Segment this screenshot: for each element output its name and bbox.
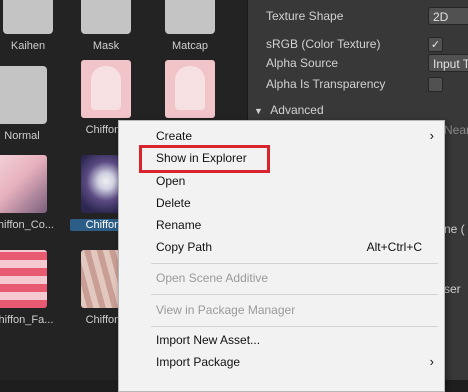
folder-icon bbox=[3, 0, 53, 34]
asset-texture-chiffon-fa[interactable]: Chiffon_Fa... bbox=[0, 250, 58, 326]
asset-folder-matcap[interactable]: Matcap bbox=[154, 0, 226, 52]
texture-thumbnail bbox=[0, 250, 47, 308]
foldout-arrow-icon: ▼ bbox=[254, 106, 263, 116]
highlight-box bbox=[139, 145, 270, 173]
menu-item-rename[interactable]: Rename bbox=[119, 214, 444, 236]
texture-thumbnail bbox=[165, 60, 215, 118]
menu-item-open-scene-additive: Open Scene Additive bbox=[156, 271, 269, 285]
menu-item-open[interactable]: Open bbox=[119, 170, 444, 192]
asset-label: Mask bbox=[92, 40, 120, 52]
partial-text-2: ne ( bbox=[444, 222, 465, 236]
partial-text-1: Near bbox=[444, 123, 468, 137]
folder-icon bbox=[165, 0, 215, 34]
texture-thumbnail bbox=[81, 60, 131, 118]
asset-label: Chiffon_Fa... bbox=[0, 314, 54, 326]
menu-item-import-package[interactable]: Import Package › bbox=[119, 351, 444, 373]
menu-separator bbox=[151, 263, 438, 264]
asset-texture-chiffon-co[interactable]: Chiffon_Co... bbox=[0, 155, 58, 231]
asset-label: Chiffon_Co... bbox=[0, 219, 54, 231]
alpha-transparency-checkbox[interactable] bbox=[428, 77, 443, 92]
advanced-foldout[interactable]: ▼ Advanced bbox=[254, 100, 454, 120]
asset-label: Kaihen bbox=[10, 40, 46, 52]
menu-item-create[interactable]: Create › bbox=[119, 125, 444, 147]
texture-shape-label: Texture Shape bbox=[266, 9, 344, 23]
partial-text-3: ser bbox=[444, 282, 461, 296]
alpha-transparency-label: Alpha Is Transparency bbox=[266, 77, 386, 91]
asset-folder-normal[interactable]: Normal bbox=[0, 60, 58, 142]
alpha-source-label: Alpha Source bbox=[266, 56, 339, 70]
folder-icon bbox=[81, 0, 131, 34]
menu-item-view-in-package-manager: View in Package Manager bbox=[156, 303, 296, 317]
asset-folder-kaihen[interactable]: Kaihen bbox=[0, 0, 64, 52]
alpha-source-dropdown[interactable]: Input T bbox=[428, 54, 468, 72]
chevron-right-icon: › bbox=[429, 354, 434, 369]
asset-label: Normal bbox=[4, 130, 40, 142]
menu-separator bbox=[151, 294, 438, 295]
srgb-checkbox[interactable]: ✓ bbox=[428, 37, 443, 52]
shortcut-label: Alt+Ctrl+C bbox=[366, 240, 422, 254]
menu-item-import-new-asset[interactable]: Import New Asset... bbox=[119, 329, 444, 351]
chevron-right-icon: › bbox=[429, 128, 434, 143]
folder-icon bbox=[0, 66, 47, 124]
texture-shape-dropdown[interactable]: 2D bbox=[428, 7, 468, 25]
asset-label: Matcap bbox=[171, 40, 209, 52]
menu-separator bbox=[151, 326, 438, 327]
menu-item-copy-path[interactable]: Copy Path Alt+Ctrl+C bbox=[119, 236, 444, 258]
srgb-label: sRGB (Color Texture) bbox=[266, 37, 381, 51]
advanced-label: Advanced bbox=[270, 103, 324, 117]
asset-texture-chiffon-2[interactable] bbox=[154, 60, 226, 118]
texture-thumbnail bbox=[0, 155, 47, 213]
asset-folder-mask[interactable]: Mask bbox=[70, 0, 142, 52]
menu-item-delete[interactable]: Delete bbox=[119, 192, 444, 214]
